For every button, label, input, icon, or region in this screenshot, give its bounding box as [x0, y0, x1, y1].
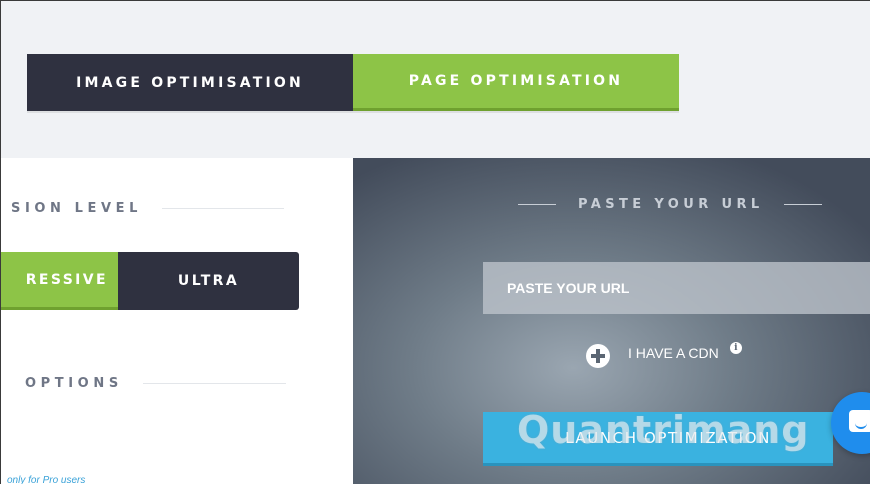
- options-heading-text: OPTIONS: [25, 376, 123, 391]
- tab-page-optimisation[interactable]: PAGE OPTIMISATION: [353, 54, 679, 111]
- heading-divider: [142, 383, 286, 384]
- pro-users-note: only for Pro users: [7, 475, 86, 484]
- watermark: Quantrimang: [517, 408, 810, 452]
- options-heading: OPTIONS: [25, 376, 286, 391]
- tab-image-optimisation[interactable]: IMAGE OPTIMISATION: [27, 54, 353, 111]
- url-panel: PASTE YOUR URL I HAVE A CDN i LAUNCH OPT…: [353, 158, 870, 484]
- app-frame: IMAGE OPTIMISATION PAGE OPTIMISATION SIO…: [0, 0, 870, 484]
- paste-url-heading: PASTE YOUR URL: [518, 197, 822, 212]
- heading-divider: [162, 208, 285, 209]
- info-icon[interactable]: i: [729, 342, 742, 354]
- aggressive-button[interactable]: RESSIVE: [1, 252, 118, 310]
- settings-panel: SION LEVEL RESSIVE ULTRA OPTIONS only fo…: [1, 158, 353, 484]
- compression-level-heading: SION LEVEL: [11, 201, 285, 216]
- heading-divider-right: [783, 204, 822, 205]
- ultra-button[interactable]: ULTRA: [118, 252, 299, 310]
- heading-divider-left: [518, 204, 556, 205]
- chat-icon: [849, 410, 870, 432]
- paste-url-heading-text: PASTE YOUR URL: [578, 197, 764, 212]
- compression-level-toggle: RESSIVE ULTRA: [1, 252, 299, 310]
- cdn-label[interactable]: I HAVE A CDN: [628, 345, 719, 361]
- top-band: IMAGE OPTIMISATION PAGE OPTIMISATION: [1, 1, 870, 158]
- mode-tabs: IMAGE OPTIMISATION PAGE OPTIMISATION: [27, 54, 679, 111]
- url-input[interactable]: [483, 262, 870, 314]
- plus-icon[interactable]: [586, 344, 610, 368]
- cdn-option[interactable]: I HAVE A CDN i: [586, 338, 742, 368]
- chat-launcher[interactable]: [831, 392, 870, 454]
- compression-level-heading-text: SION LEVEL: [11, 201, 143, 216]
